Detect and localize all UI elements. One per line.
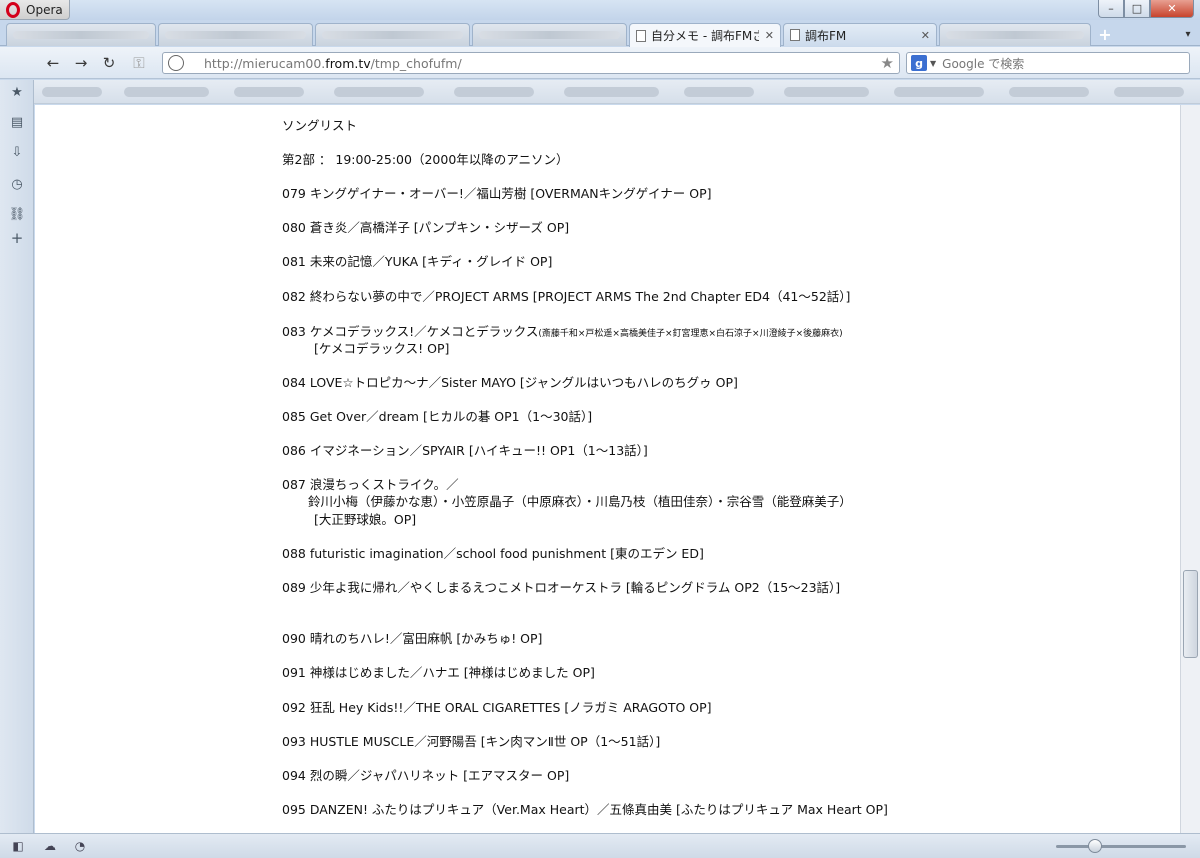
list-item: 095 DANZEN! ふたりはプリキュア（Ver.Max Heart）／五條真… (282, 802, 888, 817)
list-item-sub: 鈴川小梅（伊藤かな恵）・小笠原晶子（中原麻衣）・川島乃枝（植田佳奈）・宗谷雪（能… (308, 494, 852, 509)
list-item: 088 futuristic imagination／school food p… (282, 546, 704, 561)
song-artist-details: (斎藤千和×戸松遥×高橋美佳子×釘宮理恵×白石涼子×川澄綾子×後藤麻衣) (538, 329, 843, 339)
list-item: 086 イマジネーション／SPYAIR [ハイキュー!! OP1（1～13話）] (282, 443, 648, 458)
search-field[interactable]: g ▼ Google で検索 (906, 52, 1190, 74)
song-title-artist: 083 ケメコデラックス!／ケメコとデラックス (282, 324, 539, 339)
search-placeholder: Google で検索 (942, 56, 1025, 71)
navigation-bar: ← → ↻ ⚿ http://mierucam00.from.tv/tmp_ch… (0, 47, 1200, 79)
list-item: 094 烈の瞬／ジャパハリネット [エアマスター OP] (282, 768, 570, 783)
new-tab-button[interactable]: + (1094, 24, 1116, 44)
panel-toggle-icon[interactable]: ◧ (10, 838, 26, 854)
title-bar: Opera – □ ✕ (0, 0, 1200, 20)
tab-chofu-fm[interactable]: 調布FM ✕ (783, 23, 937, 46)
links-panel-icon[interactable]: ⛓ (9, 206, 26, 222)
opera-menu-label: Opera (26, 2, 63, 17)
list-item: 087 浪漫ちっくストライク。／ (282, 477, 459, 492)
tab-close-icon[interactable]: ✕ (921, 29, 930, 42)
section-title: 第2部 ： 19:00-25:00（2000年以降のアニソン） (282, 152, 569, 167)
tab-list-button[interactable]: ▾ (1180, 24, 1196, 44)
tab-blurred-1[interactable] (6, 23, 156, 46)
tab-blurred-title (946, 31, 1084, 39)
list-item: 089 少年よ我に帰れ／やくしまるえつこメトロオーケストラ [輪るピングドラム … (282, 580, 841, 595)
bookmarks-bar (34, 80, 1200, 104)
tab-chofu-fm-title: 調布FM (805, 28, 847, 43)
list-item: 090 晴れのちハレ!／富田麻帆 [かみちゅ! OP] (282, 631, 543, 646)
bookmarks-panel-icon[interactable]: ★ (9, 84, 25, 100)
list-item: 079 キングゲイナー・オーバー!／福山芳樹 [OVERMANキングゲイナー O… (282, 186, 712, 201)
bookmark-item-blurred[interactable] (454, 87, 534, 97)
bookmark-item-blurred[interactable] (42, 87, 102, 97)
bookmark-item-blurred[interactable] (1009, 87, 1089, 97)
url-text[interactable]: http://mierucam00.from.tv/tmp_chofufm/ (204, 56, 881, 71)
forward-button[interactable]: → (70, 53, 92, 73)
side-panel: ★ ▤ ⇩ ◷ ⛓ + (0, 80, 34, 833)
search-engine-dropdown-icon[interactable]: ▼ (930, 59, 936, 68)
tab-blurred-4[interactable] (472, 23, 627, 46)
tab-close-icon[interactable]: ✕ (765, 29, 774, 42)
minimize-button[interactable]: – (1098, 0, 1124, 18)
list-item-sub: [ケメコデラックス! OP] (314, 341, 450, 356)
page-heading: ソングリスト (282, 118, 358, 133)
tab-active-title: 自分メモ - 調布FMさ… (651, 29, 759, 43)
google-search-engine-icon[interactable]: g (911, 55, 927, 71)
zoom-slider-handle[interactable] (1088, 839, 1102, 853)
bookmark-item-blurred[interactable] (334, 87, 424, 97)
bookmark-item-blurred[interactable] (894, 87, 984, 97)
add-panel-icon[interactable]: + (9, 229, 25, 247)
url-domain: from.tv (325, 55, 371, 71)
list-item: 093 HUSTLE MUSCLE／河野陽吾 [キン肉マンⅡ世 OP（1～51話… (282, 734, 661, 749)
url-prefix: http://mierucam00. (204, 55, 326, 71)
page-content: ソングリスト 第2部 ： 19:00-25:00（2000年以降のアニソン） 0… (35, 105, 1180, 833)
reload-button[interactable]: ↻ (98, 53, 120, 73)
tab-blurred-5[interactable] (939, 23, 1091, 46)
address-field[interactable]: http://mierucam00.from.tv/tmp_chofufm/ ★ (162, 52, 900, 74)
document-icon (636, 29, 646, 42)
list-item: 080 蒼き炎／高橋洋子 [パンプキン・シザーズ OP] (282, 220, 570, 235)
back-button[interactable]: ← (42, 53, 64, 73)
bookmark-item-blurred[interactable] (784, 87, 869, 97)
bookmark-star-icon[interactable]: ★ (881, 54, 894, 72)
window-controls: – □ ✕ (1098, 0, 1194, 18)
close-window-button[interactable]: ✕ (1150, 0, 1194, 18)
opera-unite-cloud-icon[interactable]: ☁ (42, 838, 58, 854)
tab-blurred-title (479, 31, 620, 39)
list-item: 081 未来の記憶／YUKA [キディ・グレイド OP] (282, 254, 553, 269)
list-item: 082 終わらない夢の中で／PROJECT ARMS [PROJECT ARMS… (282, 289, 851, 304)
list-item-sub: [大正野球娘。OP] (314, 512, 417, 527)
history-panel-icon[interactable]: ◷ (9, 176, 25, 192)
tab-blurred-title (165, 31, 306, 39)
key-icon[interactable]: ⚿ (128, 53, 150, 73)
bookmark-item-blurred[interactable] (564, 87, 659, 97)
list-item: 085 Get Over／dream [ヒカルの碁 OP1（1～30話）] (282, 409, 593, 424)
tab-bar: 自分メモ - 調布FMさ… ✕ 調布FM ✕ + ▾ (0, 20, 1200, 47)
scrollbar-thumb[interactable] (1183, 570, 1198, 658)
opera-turbo-icon[interactable]: ◔ (72, 838, 88, 854)
list-item: 092 狂乱 Hey Kids!!／THE ORAL CIGARETTES [ノ… (282, 700, 712, 715)
tab-active[interactable]: 自分メモ - 調布FMさ… ✕ (629, 23, 781, 47)
bookmark-item-blurred[interactable] (684, 87, 754, 97)
opera-menu-button[interactable]: Opera (0, 0, 70, 20)
status-bar: ◧ ☁ ◔ (0, 833, 1200, 858)
maximize-button[interactable]: □ (1124, 0, 1150, 18)
list-item: 091 神様はじめました／ハナエ [神様はじめました OP] (282, 665, 595, 680)
tab-blurred-title (13, 31, 149, 39)
opera-logo-icon (6, 1, 20, 18)
bookmark-item-blurred[interactable] (1114, 87, 1184, 97)
zoom-slider[interactable] (1056, 845, 1186, 848)
tab-blurred-3[interactable] (315, 23, 470, 46)
notes-panel-icon[interactable]: ▤ (9, 114, 25, 130)
tab-blurred-2[interactable] (158, 23, 313, 46)
vertical-scrollbar[interactable] (1180, 105, 1200, 833)
tab-blurred-title (322, 31, 463, 39)
downloads-panel-icon[interactable]: ⇩ (9, 144, 25, 160)
bookmark-item-blurred[interactable] (124, 87, 209, 97)
document-icon (790, 29, 800, 41)
bookmark-item-blurred[interactable] (234, 87, 304, 97)
site-info-icon[interactable] (168, 55, 184, 71)
url-path: /tmp_chofufm/ (370, 55, 462, 71)
list-item: 084 LOVE☆トロピカ～ナ／Sister MAYO [ジャングルはいつもハレ… (282, 375, 738, 390)
